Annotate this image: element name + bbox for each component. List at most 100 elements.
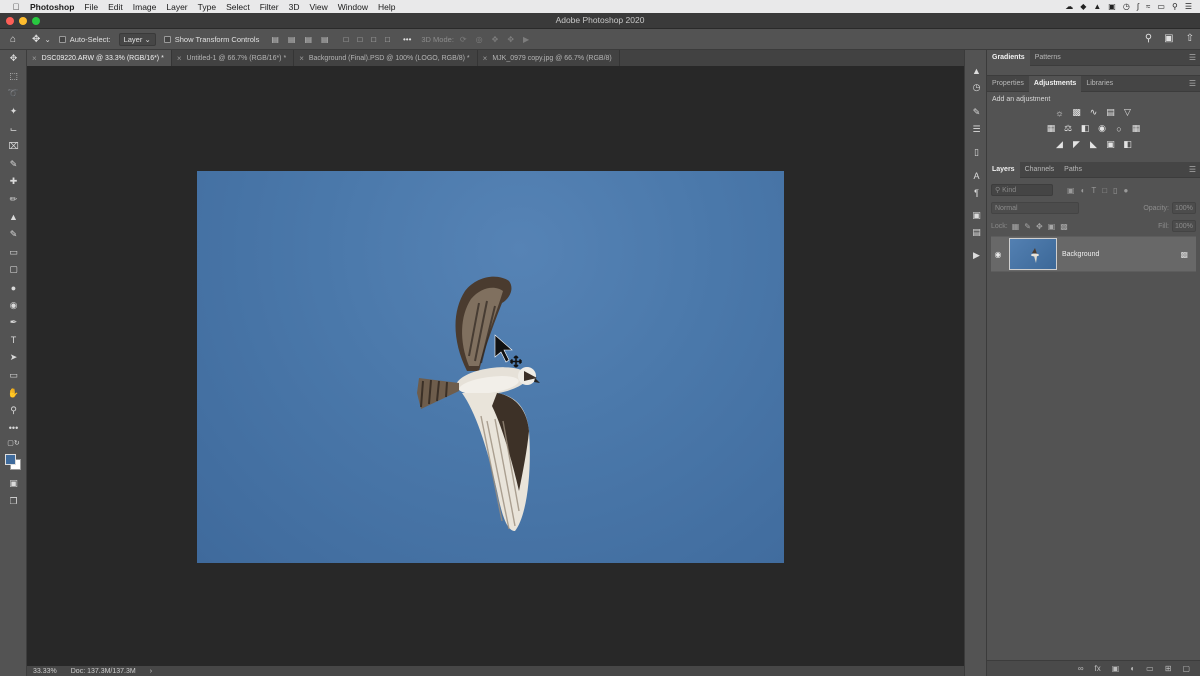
levels-icon[interactable]: ▩ [1071,107,1082,118]
zoom-level[interactable]: 33.33% [33,668,57,675]
black-white-icon[interactable]: ◧ [1080,123,1091,134]
visibility-eye-icon[interactable]: ◉ [991,250,1005,259]
kind-filter-dropdown[interactable]: ⚲ Kind [991,184,1053,196]
brush-settings-icon[interactable]: ✎ [965,104,988,121]
time-machine-icon[interactable]: ◷ [1123,2,1130,11]
tab-properties[interactable]: Properties [987,76,1029,92]
fill-input[interactable]: 100% [1172,220,1196,232]
menu-filter[interactable]: Filter [260,2,279,12]
pen-tool-icon[interactable]: ✒ [0,314,27,332]
type-tool-icon[interactable]: T [0,332,27,350]
camera-icon[interactable]: ▣ [1108,2,1116,11]
panel-menu-icon[interactable]: ☰ [1189,165,1196,174]
posterize-icon[interactable]: ◤ [1071,139,1082,150]
document-canvas-photo[interactable] [197,171,784,563]
menu-type[interactable]: Type [198,2,216,12]
add-mask-icon[interactable]: ▣ [1112,664,1120,673]
selective-color-icon[interactable]: ▣ [1105,139,1116,150]
quick-mask-icon[interactable]: ▣ [0,475,27,493]
align-left-icon[interactable]: ▤ [271,35,279,44]
align-top-icon[interactable]: □ [344,35,349,44]
hue-saturation-icon[interactable]: ▦ [1046,123,1057,134]
menu-file[interactable]: File [84,2,98,12]
chevron-down-icon[interactable]: ⌄ [44,35,50,44]
tab-patterns[interactable]: Patterns [1030,50,1066,66]
panel-menu-icon[interactable]: ☰ [1189,53,1196,62]
share-icon[interactable]: ⇧ [1186,33,1194,44]
close-tab-icon[interactable]: × [299,54,304,63]
opacity-input[interactable]: 100% [1172,202,1196,214]
notification-center-icon[interactable]: ☰ [1185,2,1192,11]
healing-brush-tool-icon[interactable]: ✚ [0,173,27,191]
align-right-icon[interactable]: ▤ [304,35,312,44]
delete-layer-icon[interactable]: ▢ [1182,664,1190,673]
filter-shape-icon[interactable]: □ [1102,186,1107,195]
flame-icon[interactable]: ▲ [1093,2,1101,11]
brightness-contrast-icon[interactable]: ☼ [1054,107,1065,118]
spotlight-icon[interactable]: ⚲ [1172,2,1178,11]
3d-orbit-icon[interactable]: ⟳ [460,35,467,44]
new-layer-icon[interactable]: ⊞ [1165,664,1172,673]
menu-select[interactable]: Select [226,2,250,12]
dodge-tool-icon[interactable]: ◉ [0,296,27,314]
filter-smart-object-icon[interactable]: ▯ [1113,186,1117,195]
history-brush-tool-icon[interactable]: ✎ [0,226,27,244]
eyedropper-tool-icon[interactable]: ✎ [0,156,27,174]
curves-icon[interactable]: ∿ [1088,107,1099,118]
menu-edit[interactable]: Edit [108,2,123,12]
distribute-v-icon[interactable]: □ [385,35,390,44]
creative-cloud-icon[interactable]: ☁ [1065,2,1073,11]
learn-icon[interactable]: ▲ [965,62,988,79]
tab-libraries[interactable]: Libraries [1081,76,1118,92]
character-icon[interactable]: A [965,167,988,184]
tab-paths[interactable]: Paths [1059,162,1087,178]
glyphs-icon[interactable]: ▣ [965,207,988,224]
status-menu-arrow[interactable]: › [150,668,152,675]
frame-tool-icon[interactable]: ⌧ [0,138,27,156]
blur-tool-icon[interactable]: ● [0,279,27,297]
canvas-area[interactable] [27,66,953,666]
photo-filter-icon[interactable]: ◉ [1097,123,1108,134]
tab-background-final[interactable]: × Background (Final).PSD @ 100% (LOGO, RG… [294,50,478,66]
move-tool-preset-icon[interactable]: ✥ [32,34,40,45]
eraser-tool-icon[interactable]: ▭ [0,244,27,262]
3d-slide-icon[interactable]: ✥ [507,35,514,44]
panel-menu-icon[interactable]: ☰ [1189,79,1196,88]
color-balance-icon[interactable]: ⚖ [1063,123,1074,134]
blend-mode-dropdown[interactable]: Normal [991,202,1079,214]
color-lookup-icon[interactable]: ▦ [1131,123,1142,134]
filter-type-icon[interactable]: T [1091,186,1096,195]
apple-icon[interactable]:  [10,2,22,12]
wifi-icon[interactable]: ≈ [1146,2,1150,11]
search-icon[interactable]: ⚲ [1145,33,1152,44]
filter-toggle-icon[interactable]: ● [1124,186,1129,195]
tab-gradients[interactable]: Gradients [987,49,1030,66]
menu-image[interactable]: Image [133,2,157,12]
more-options-icon[interactable]: ••• [403,35,411,44]
tab-untitled-1[interactable]: × Untitled-1 @ 66.7% (RGB/16*) * [172,50,295,66]
history-icon[interactable]: ◷ [965,79,988,96]
channel-mixer-icon[interactable]: ○ [1114,123,1125,134]
hand-tool-icon[interactable]: ✋ [0,384,27,402]
foreground-color-swatch[interactable] [5,454,16,466]
tab-adjustments[interactable]: Adjustments [1028,75,1082,92]
lock-image-icon[interactable]: ✎ [1024,222,1031,231]
vibrance-icon[interactable]: ▽ [1122,107,1133,118]
new-group-icon[interactable]: ▭ [1146,664,1154,673]
dropbox-icon[interactable]: ◆ [1080,2,1086,11]
3d-scale-icon[interactable]: ▶ [523,35,529,44]
home-icon[interactable]: ⌂ [10,34,16,45]
marquee-tool-icon[interactable]: ⬚ [0,68,27,86]
new-adjustment-layer-icon[interactable]: ◐ [1130,664,1135,673]
layer-name[interactable]: Background [1062,251,1099,258]
menu-help[interactable]: Help [378,2,395,12]
tab-mjk-0979[interactable]: × MJK_0979 copy.jpg @ 66.7% (RGB/8) [478,50,620,66]
3d-roll-icon[interactable]: ◎ [476,35,483,44]
tab-layers[interactable]: Layers [987,161,1020,178]
layer-lock-icon[interactable]: ▩ [1180,250,1188,259]
show-transform-controls-checkbox[interactable]: Show Transform Controls [163,35,259,44]
menu-layer[interactable]: Layer [166,2,187,12]
zoom-tool-icon[interactable]: ⚲ [0,402,27,420]
brushes-icon[interactable]: ☰ [965,121,988,138]
crop-tool-icon[interactable]: ⌙ [0,120,27,138]
